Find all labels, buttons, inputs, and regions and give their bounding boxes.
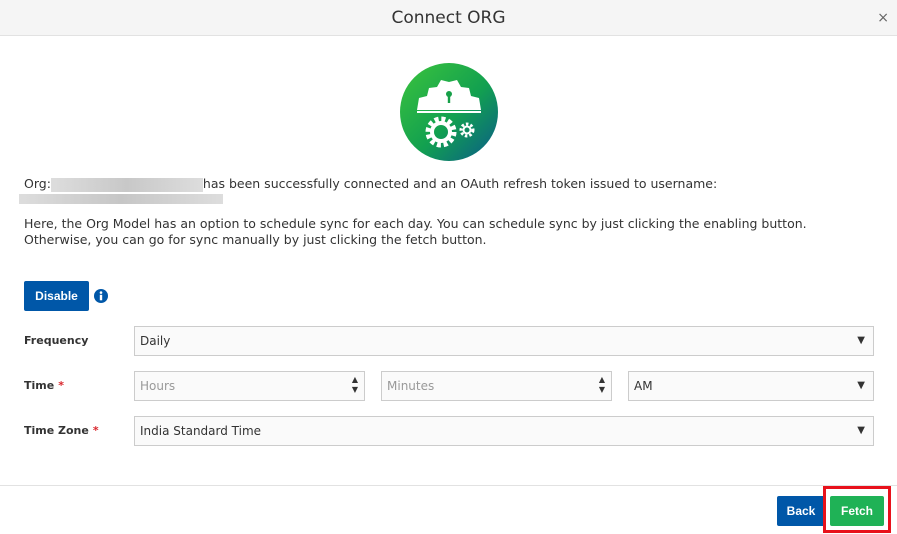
redacted-org [50,177,203,192]
frequency-label: Frequency [24,334,89,347]
timezone-label: Time Zone * [24,424,99,437]
connected-text: has been successfully connected and an O… [202,176,718,191]
timezone-select[interactable]: India Standard Time ▼ [134,416,874,446]
org-connect-logo-icon [400,63,498,161]
time-label: Time * [24,379,64,392]
info-line-2: Otherwise, you can go for sync manually … [24,232,487,247]
spinner-icon[interactable]: ▲ ▼ [352,375,358,395]
chevron-down-icon: ▼ [857,380,865,391]
disable-button[interactable]: Disable [24,281,89,311]
connection-message: Org: has been successfully connected and … [24,176,717,192]
dialog-title: Connect ORG [391,8,506,28]
back-button[interactable]: Back [777,496,825,526]
frequency-value: Daily [140,334,171,348]
hours-placeholder: Hours [140,379,176,393]
org-label: Org: [24,176,51,191]
close-icon[interactable]: × [877,0,889,36]
frequency-select[interactable]: Daily ▼ [134,326,874,356]
minutes-input[interactable]: Minutes ▲ ▼ [381,371,612,401]
ampm-value: AM [634,379,653,393]
chevron-down-icon: ▼ [857,425,865,436]
chevron-down-icon: ▼ [857,335,865,346]
fetch-button[interactable]: Fetch [830,496,884,526]
dialog-footer [0,485,897,486]
ampm-select[interactable]: AM ▼ [628,371,874,401]
dialog-header: Connect ORG × [0,0,897,36]
info-icon[interactable] [94,289,108,303]
spinner-icon[interactable]: ▲ ▼ [599,375,605,395]
info-line-1: Here, the Org Model has an option to sch… [24,216,807,231]
timezone-value: India Standard Time [140,424,262,438]
redacted-username [19,194,223,204]
minutes-placeholder: Minutes [387,379,435,393]
hours-input[interactable]: Hours ▲ ▼ [134,371,365,401]
